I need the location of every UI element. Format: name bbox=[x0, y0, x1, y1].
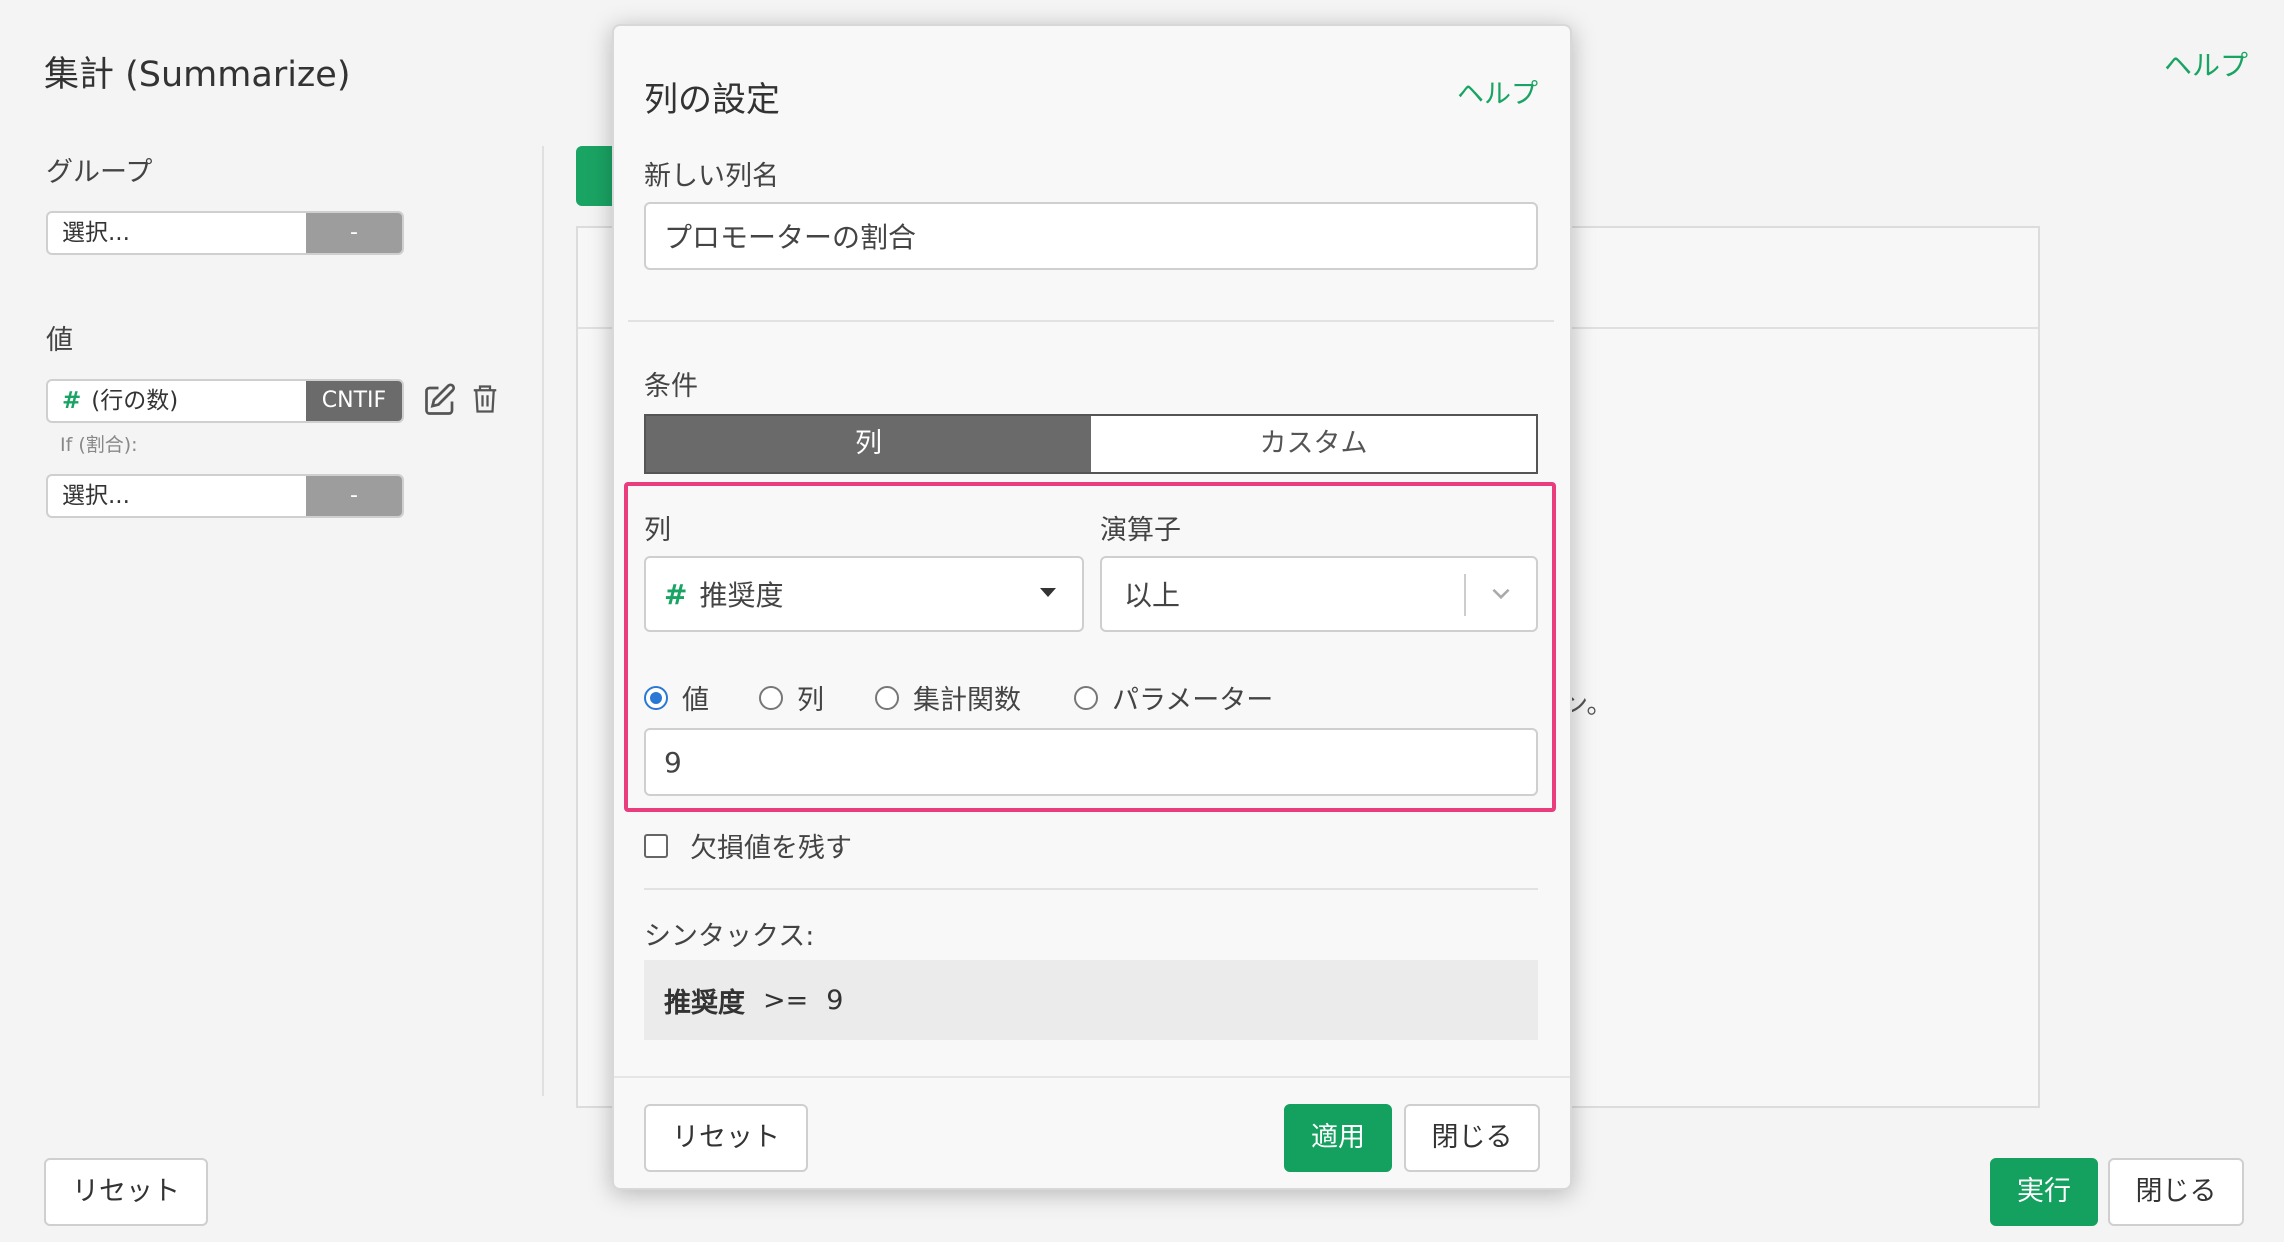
keep-na-option[interactable]: 欠損値を残す bbox=[644, 826, 852, 865]
radio-value-label: 値 bbox=[682, 685, 709, 716]
caret-down-icon bbox=[1040, 588, 1056, 597]
if-select-text[interactable]: 選択... bbox=[48, 476, 306, 516]
footer-divider bbox=[614, 1076, 1570, 1078]
group-select[interactable]: 選択... - bbox=[46, 211, 404, 255]
syntax-column: 推奨度 bbox=[664, 987, 745, 1019]
section-divider bbox=[628, 320, 1554, 322]
radio-icon[interactable] bbox=[875, 685, 899, 710]
close-button[interactable]: 閉じる bbox=[2108, 1158, 2244, 1226]
chevron-down-icon bbox=[1488, 580, 1514, 613]
radio-selected-icon[interactable] bbox=[644, 685, 668, 710]
dialog-close-button[interactable]: 閉じる bbox=[1404, 1104, 1540, 1172]
if-label: If (割合): bbox=[60, 434, 138, 456]
radio-column[interactable]: 列 bbox=[759, 678, 875, 717]
group-select-text[interactable]: 選択... bbox=[48, 213, 306, 253]
value-input[interactable]: 9 bbox=[644, 728, 1538, 796]
syntax-preview: 推奨度 >= 9 bbox=[644, 960, 1538, 1040]
radio-icon[interactable] bbox=[1074, 685, 1098, 710]
condition-label: 条件 bbox=[644, 371, 698, 402]
radio-value[interactable]: 値 bbox=[644, 678, 759, 717]
run-button[interactable]: 実行 bbox=[1990, 1158, 2098, 1226]
section-divider bbox=[644, 888, 1538, 890]
tab-custom[interactable]: カスタム bbox=[1091, 416, 1536, 472]
operator-label: 演算子 bbox=[1100, 515, 1181, 546]
number-type-icon: # bbox=[664, 577, 688, 611]
number-type-icon: # bbox=[62, 388, 82, 414]
value-row[interactable]: # (行の数) CNTIF bbox=[46, 379, 404, 423]
dialog-help-link[interactable]: ヘルプ bbox=[1457, 72, 1538, 111]
tab-column[interactable]: 列 bbox=[646, 416, 1091, 472]
new-column-label: 新しい列名 bbox=[644, 161, 779, 192]
radio-parameter[interactable]: パラメーター bbox=[1074, 678, 1273, 717]
dialog-title: 列の設定 bbox=[644, 80, 780, 120]
reset-button[interactable]: リセット bbox=[44, 1158, 208, 1226]
syntax-value: 9 bbox=[826, 984, 844, 1016]
function-button[interactable]: CNTIF bbox=[306, 381, 402, 421]
divider bbox=[542, 146, 544, 1096]
syntax-operator: >= bbox=[763, 984, 809, 1016]
apply-button[interactable]: 適用 bbox=[1284, 1104, 1392, 1172]
radio-aggregate-label: 集計関数 bbox=[913, 685, 1021, 716]
operator-select-value: 以上 bbox=[1124, 579, 1181, 612]
column-select[interactable]: # 推奨度 bbox=[644, 556, 1084, 632]
column-settings-dialog: 列の設定 ヘルプ 新しい列名 プロモーターの割合 条件 列 カスタム 列 # 推… bbox=[612, 24, 1572, 1190]
new-column-input[interactable]: プロモーターの割合 bbox=[644, 202, 1538, 270]
keep-na-label: 欠損値を残す bbox=[690, 833, 852, 864]
value-column[interactable]: (行の数) bbox=[91, 381, 178, 421]
radio-column-label: 列 bbox=[797, 685, 824, 716]
select-separator bbox=[1464, 574, 1466, 616]
page-title: 集計 (Summarize) bbox=[44, 55, 351, 95]
dialog-reset-button[interactable]: リセット bbox=[644, 1104, 808, 1172]
radio-aggregate[interactable]: 集計関数 bbox=[875, 678, 1074, 717]
help-link[interactable]: ヘルプ bbox=[2164, 44, 2248, 84]
if-select[interactable]: 選択... - bbox=[46, 474, 404, 518]
syntax-label: シンタックス: bbox=[644, 921, 815, 952]
group-select-button[interactable]: - bbox=[306, 213, 402, 253]
keep-na-checkbox[interactable] bbox=[644, 833, 668, 858]
radio-parameter-label: パラメーター bbox=[1112, 685, 1274, 716]
condition-tabs: 列 カスタム bbox=[644, 414, 1538, 474]
column-label: 列 bbox=[644, 515, 671, 546]
value-type-radios: 値 列 集計関数 パラメーター bbox=[644, 678, 1273, 717]
radio-icon[interactable] bbox=[759, 685, 783, 710]
trash-icon[interactable] bbox=[470, 382, 500, 420]
operator-select[interactable]: 以上 bbox=[1100, 556, 1538, 632]
column-select-value: 推奨度 bbox=[699, 579, 784, 612]
edit-icon[interactable] bbox=[422, 382, 458, 422]
if-select-button[interactable]: - bbox=[306, 476, 402, 516]
group-label: グループ bbox=[46, 157, 153, 188]
value-label: 値 bbox=[46, 325, 73, 356]
